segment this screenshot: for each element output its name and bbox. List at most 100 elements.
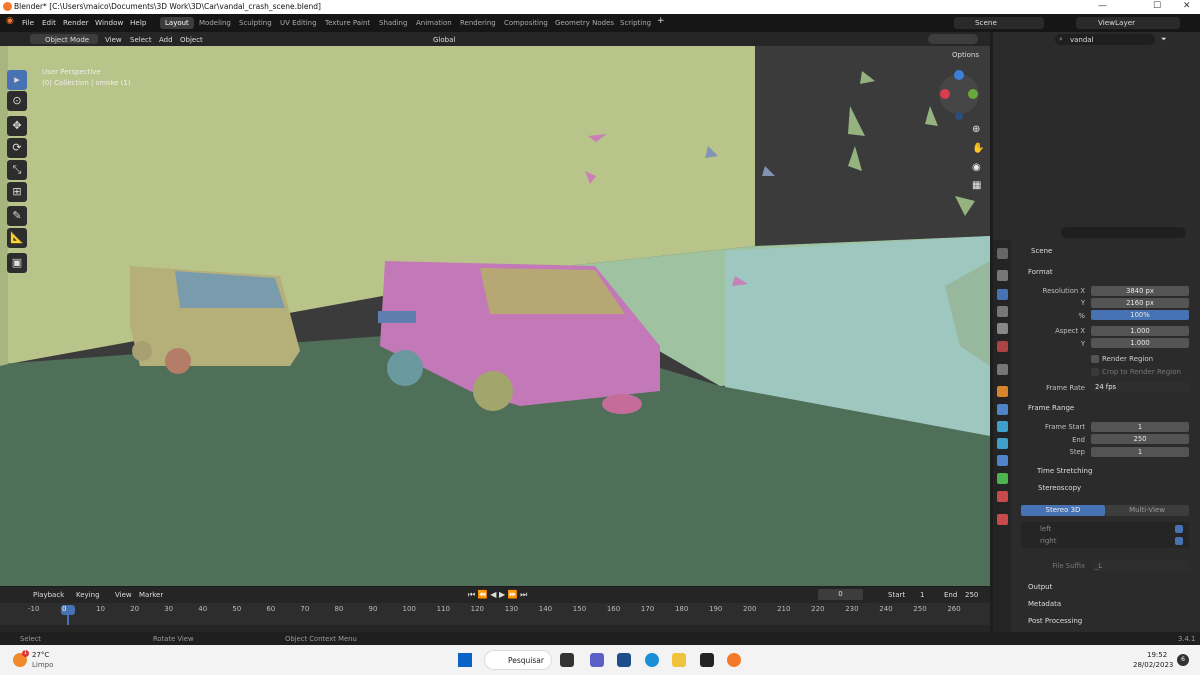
- navigation-gizmo[interactable]: [935, 66, 980, 126]
- scene-selector[interactable]: [954, 17, 1044, 29]
- viewport-menu-add[interactable]: Add: [159, 36, 173, 44]
- select-box-tool[interactable]: ▸: [7, 70, 27, 90]
- material-tab-icon[interactable]: [997, 491, 1008, 502]
- move-tool[interactable]: ✥: [7, 116, 27, 136]
- edge-icon[interactable]: [645, 653, 659, 667]
- scene-tab-icon[interactable]: [997, 323, 1008, 334]
- file-suffix-field[interactable]: _L: [1091, 561, 1189, 571]
- task-view-icon[interactable]: [560, 653, 574, 667]
- workspace-tab-scripting[interactable]: Scripting: [615, 17, 656, 29]
- aspect-y-field[interactable]: 1.000: [1091, 338, 1189, 348]
- measure-tool[interactable]: 📐: [7, 228, 27, 248]
- viewport-menu-select[interactable]: Select: [130, 36, 152, 44]
- menu-help[interactable]: Help: [130, 18, 146, 27]
- rotate-tool[interactable]: ⟳: [7, 138, 27, 158]
- workspace-tab-geometry-nodes[interactable]: Geometry Nodes: [550, 17, 619, 29]
- physics-tab-icon[interactable]: [997, 438, 1008, 449]
- timeline-end-field[interactable]: 250: [965, 591, 978, 599]
- timeline-menu-view[interactable]: View: [115, 591, 132, 599]
- transform-tool[interactable]: ⊞: [7, 182, 27, 202]
- metadata-panel-header[interactable]: Metadata: [1028, 600, 1061, 608]
- frame-start-field[interactable]: 1: [1091, 422, 1189, 432]
- start-button-icon[interactable]: [458, 653, 472, 667]
- viewport-options-button[interactable]: Options: [952, 51, 979, 59]
- timeline-start-field[interactable]: 1: [920, 591, 924, 599]
- view-right-item[interactable]: right: [1040, 537, 1056, 545]
- current-frame-field[interactable]: 0: [818, 589, 863, 600]
- viewport-menu-object[interactable]: Object: [180, 36, 203, 44]
- store-icon[interactable]: [617, 653, 631, 667]
- workspace-tab-compositing[interactable]: Compositing: [499, 17, 553, 29]
- format-panel-header[interactable]: Format: [1028, 268, 1053, 276]
- playback-controls[interactable]: ⏮ ⏪ ◀ ▶ ⏩ ⏭: [468, 590, 527, 600]
- 3d-viewport[interactable]: ▸ ⊙ ✥ ⟳ ⤡ ⊞ ✎ 📐 ▣ User Perspective (0) C…: [0, 46, 990, 586]
- menu-file[interactable]: File: [22, 18, 34, 27]
- viewport-menu-view[interactable]: View: [105, 36, 122, 44]
- collection-tab-icon[interactable]: [997, 364, 1008, 375]
- menu-render[interactable]: Render: [63, 18, 89, 27]
- timeline-menu-keying[interactable]: Keying: [76, 591, 100, 599]
- workspace-tab-modeling[interactable]: Modeling: [194, 17, 236, 29]
- timeline-menu-playback[interactable]: Playback: [33, 591, 64, 599]
- menu-window[interactable]: Window: [95, 18, 123, 27]
- view-layer-tab-icon[interactable]: [997, 306, 1008, 317]
- timeline-menu-marker[interactable]: Marker: [139, 591, 163, 599]
- view-left-checkbox[interactable]: [1175, 525, 1183, 533]
- stereoscopy-panel-header[interactable]: Stereoscopy: [1038, 484, 1081, 492]
- particles-tab-icon[interactable]: [997, 421, 1008, 432]
- time-stretching-subpanel[interactable]: Time Stretching: [1037, 467, 1092, 475]
- filter-icon[interactable]: ⏷: [1161, 35, 1167, 44]
- texture-tab-icon[interactable]: [997, 514, 1008, 525]
- multi-view-button[interactable]: Multi-View: [1105, 505, 1189, 516]
- resolution-percentage-field[interactable]: 100%: [1091, 310, 1189, 320]
- teams-icon[interactable]: [590, 653, 604, 667]
- blender-taskbar-icon[interactable]: [727, 653, 741, 667]
- world-tab-icon[interactable]: [997, 341, 1008, 352]
- minimize-button[interactable]: —: [1098, 1, 1107, 11]
- workspace-tab-shading[interactable]: Shading: [374, 17, 412, 29]
- output-panel-header[interactable]: Output: [1028, 583, 1052, 591]
- app-icon[interactable]: [700, 653, 714, 667]
- stereo-3d-button[interactable]: Stereo 3D: [1021, 505, 1105, 516]
- workspace-tab-sculpting[interactable]: Sculpting: [234, 17, 277, 29]
- menu-edit[interactable]: Edit: [42, 18, 56, 27]
- frame-range-panel-header[interactable]: Frame Range: [1028, 404, 1074, 412]
- render-region-checkbox[interactable]: [1091, 355, 1099, 363]
- object-tab-icon[interactable]: [997, 386, 1008, 397]
- workspace-tab-rendering[interactable]: Rendering: [455, 17, 501, 29]
- resolution-y-field[interactable]: 2160 px: [1091, 298, 1189, 308]
- blender-menu-icon[interactable]: ◉: [6, 16, 14, 26]
- add-workspace-button[interactable]: +: [657, 16, 665, 26]
- perspective-toggle-icon[interactable]: ▦: [972, 180, 981, 191]
- timeline-ruler[interactable]: [0, 603, 990, 625]
- constraints-tab-icon[interactable]: [997, 455, 1008, 466]
- add-cube-tool[interactable]: ▣: [7, 253, 27, 273]
- frame-end-field[interactable]: 250: [1091, 434, 1189, 444]
- modifier-tab-icon[interactable]: [997, 404, 1008, 415]
- workspace-tab-animation[interactable]: Animation: [411, 17, 457, 29]
- post-processing-panel-header[interactable]: Post Processing: [1028, 617, 1082, 625]
- notification-badge[interactable]: 6: [1177, 654, 1189, 666]
- zoom-icon[interactable]: ⊕: [972, 124, 980, 135]
- render-tab-icon[interactable]: [997, 270, 1008, 281]
- frame-step-field[interactable]: 1: [1091, 447, 1189, 457]
- output-tab-icon[interactable]: [997, 289, 1008, 300]
- properties-search-input[interactable]: [1061, 227, 1186, 238]
- annotate-tool[interactable]: ✎: [7, 206, 27, 226]
- close-window-button[interactable]: ✕: [1183, 1, 1191, 11]
- cursor-tool[interactable]: ⊙: [7, 91, 27, 111]
- scale-tool[interactable]: ⤡: [7, 160, 27, 180]
- view-right-checkbox[interactable]: [1175, 537, 1183, 545]
- view-left-item[interactable]: left: [1040, 525, 1051, 533]
- workspace-tab-uv-editing[interactable]: UV Editing: [275, 17, 322, 29]
- aspect-x-field[interactable]: 1.000: [1091, 326, 1189, 336]
- data-tab-icon[interactable]: [997, 473, 1008, 484]
- shading-mode-buttons[interactable]: [928, 34, 978, 44]
- pan-hand-icon[interactable]: ✋: [972, 143, 984, 154]
- resolution-x-field[interactable]: 3840 px: [1091, 286, 1189, 296]
- transform-orientation-dropdown[interactable]: Global: [433, 36, 455, 44]
- tool-tab-icon[interactable]: [997, 248, 1008, 259]
- frame-rate-dropdown[interactable]: 24 fps: [1091, 382, 1189, 392]
- crop-region-checkbox[interactable]: [1091, 368, 1099, 376]
- file-explorer-icon[interactable]: [672, 653, 686, 667]
